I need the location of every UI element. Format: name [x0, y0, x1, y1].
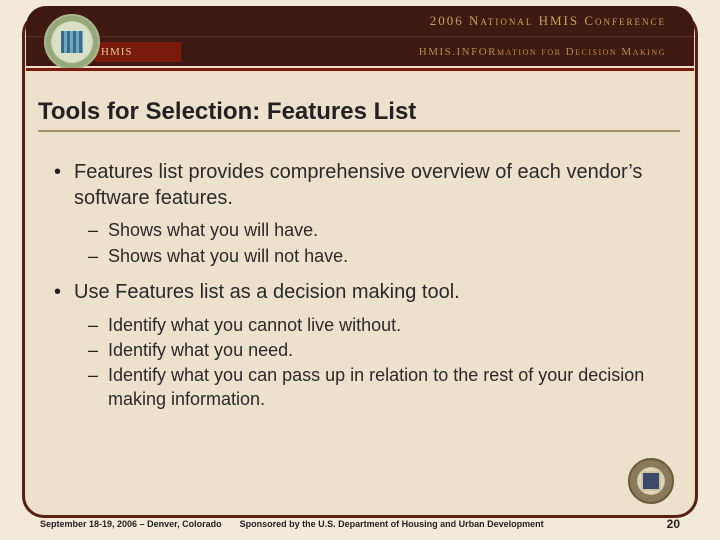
footer: September 18-19, 2006 – Denver, Colorado…: [40, 514, 680, 534]
bullet-text: Features list provides comprehensive ove…: [74, 161, 642, 209]
sub-list: Identify what you cannot live without. I…: [74, 314, 680, 412]
header-divider: [26, 68, 694, 71]
bullet-text: Use Features list as a decision making t…: [74, 281, 460, 303]
title-rule: [38, 130, 680, 132]
ribbon-tab: HMIS: [95, 42, 181, 62]
hud-seal-icon: [628, 458, 674, 504]
list-item: Shows what you will not have.: [108, 245, 680, 268]
sub-bullet-text: Shows what you will not have.: [108, 246, 348, 266]
sub-bullet-text: Shows what you will have.: [108, 220, 318, 240]
sub-bullet-text: Identify what you can pass up in relatio…: [108, 365, 644, 408]
list-item: Identify what you can pass up in relatio…: [108, 364, 680, 411]
list-item: Features list provides comprehensive ove…: [74, 160, 680, 268]
page-title: Tools for Selection: Features List: [38, 98, 680, 126]
sub-bullet-text: Identify what you need.: [108, 340, 293, 360]
seal-buildings-icon: [61, 31, 83, 53]
page-number: 20: [667, 517, 680, 531]
sub-list: Shows what you will have. Shows what you…: [74, 219, 680, 268]
list-item: Shows what you will have.: [108, 219, 680, 242]
list-item: Use Features list as a decision making t…: [74, 280, 680, 411]
list-item: Identify what you need.: [108, 339, 680, 362]
bullet-list: Features list provides comprehensive ove…: [38, 160, 680, 411]
sub-bullet-text: Identify what you cannot live without.: [108, 315, 401, 335]
conference-seal-icon: [44, 14, 100, 70]
header-title-top: 2006 National HMIS Conference: [26, 6, 694, 37]
slide: 2006 National HMIS Conference HMIS.INFOR…: [0, 0, 720, 540]
content-area: Tools for Selection: Features List Featu…: [38, 98, 680, 480]
footer-left: September 18-19, 2006 – Denver, Colorado: [40, 519, 222, 529]
footer-center: Sponsored by the U.S. Department of Hous…: [240, 519, 667, 529]
list-item: Identify what you cannot live without.: [108, 314, 680, 337]
